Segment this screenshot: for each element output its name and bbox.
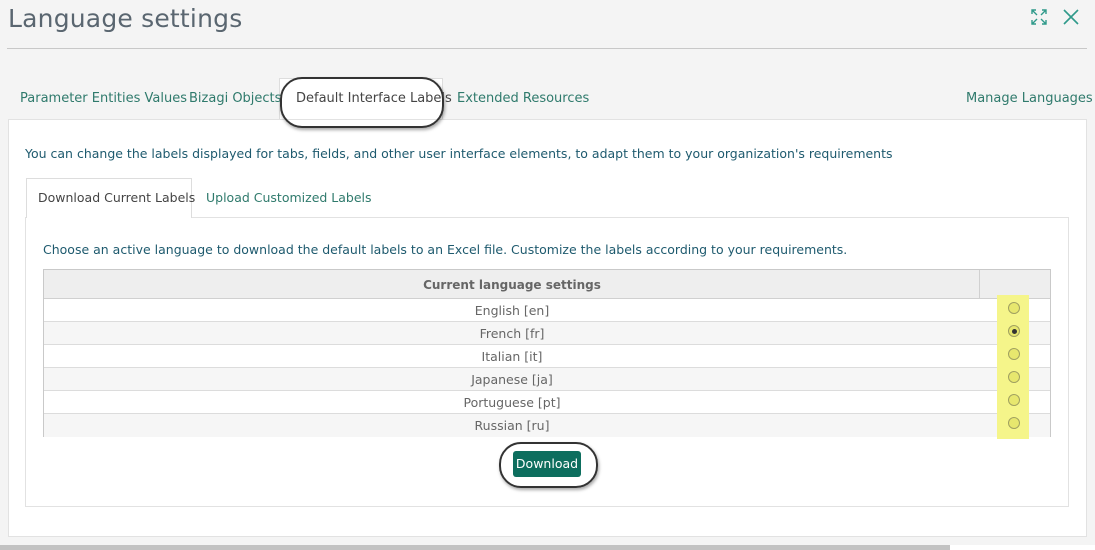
language-label: Japanese [ja]	[471, 372, 553, 387]
language-label: French [fr]	[479, 326, 545, 341]
page-title: Language settings	[8, 4, 243, 33]
tab-upload-customized-labels[interactable]: Upload Customized Labels	[206, 190, 372, 205]
language-label: Russian [ru]	[474, 418, 550, 433]
tab-extended-resources[interactable]: Extended Resources	[457, 91, 589, 106]
table-row: Russian [ru]	[44, 414, 1050, 437]
radio-japanese[interactable]	[1008, 371, 1020, 383]
radio-portuguese[interactable]	[1008, 394, 1020, 406]
table-row: Portuguese [pt]	[44, 391, 1050, 414]
tab-parameter-entities-values[interactable]: Parameter Entities Values	[20, 91, 187, 106]
description-text: You can change the labels displayed for …	[25, 146, 893, 161]
download-button[interactable]: Download	[513, 451, 581, 477]
radio-russian[interactable]	[1008, 417, 1020, 429]
horizontal-scrollbar-thumb[interactable]	[0, 545, 950, 550]
table-row: English [en]	[44, 299, 1050, 322]
table-header: Current language settings	[44, 270, 1050, 299]
language-label: English [en]	[474, 303, 550, 318]
table-row: Japanese [ja]	[44, 368, 1050, 391]
expand-arrows-icon[interactable]	[1028, 6, 1050, 28]
language-label: Portuguese [pt]	[463, 395, 561, 410]
tab-download-current-labels[interactable]: Download Current Labels	[38, 190, 195, 205]
radio-french[interactable]	[1008, 325, 1020, 337]
title-divider	[7, 48, 1087, 49]
tab-default-interface-labels[interactable]: Default Interface Labels	[296, 91, 452, 106]
instruction-text: Choose an active language to download th…	[43, 242, 848, 257]
manage-languages-link[interactable]: Manage Languages	[966, 91, 1093, 106]
radio-italian[interactable]	[1008, 348, 1020, 360]
radio-english[interactable]	[1008, 302, 1020, 314]
language-label: Italian [it]	[481, 349, 543, 364]
language-table: Current language settings English [en] F…	[43, 269, 1051, 437]
header-divider	[979, 270, 980, 299]
tab-bizagi-objects[interactable]: Bizagi Objects	[189, 91, 281, 106]
table-row: French [fr]	[44, 322, 1050, 345]
language-settings-window: Language settings Parameter Entities Val…	[0, 0, 1095, 550]
x-close-icon[interactable]	[1060, 6, 1082, 28]
column-header-current-language-settings: Current language settings	[423, 278, 601, 292]
table-row: Italian [it]	[44, 345, 1050, 368]
